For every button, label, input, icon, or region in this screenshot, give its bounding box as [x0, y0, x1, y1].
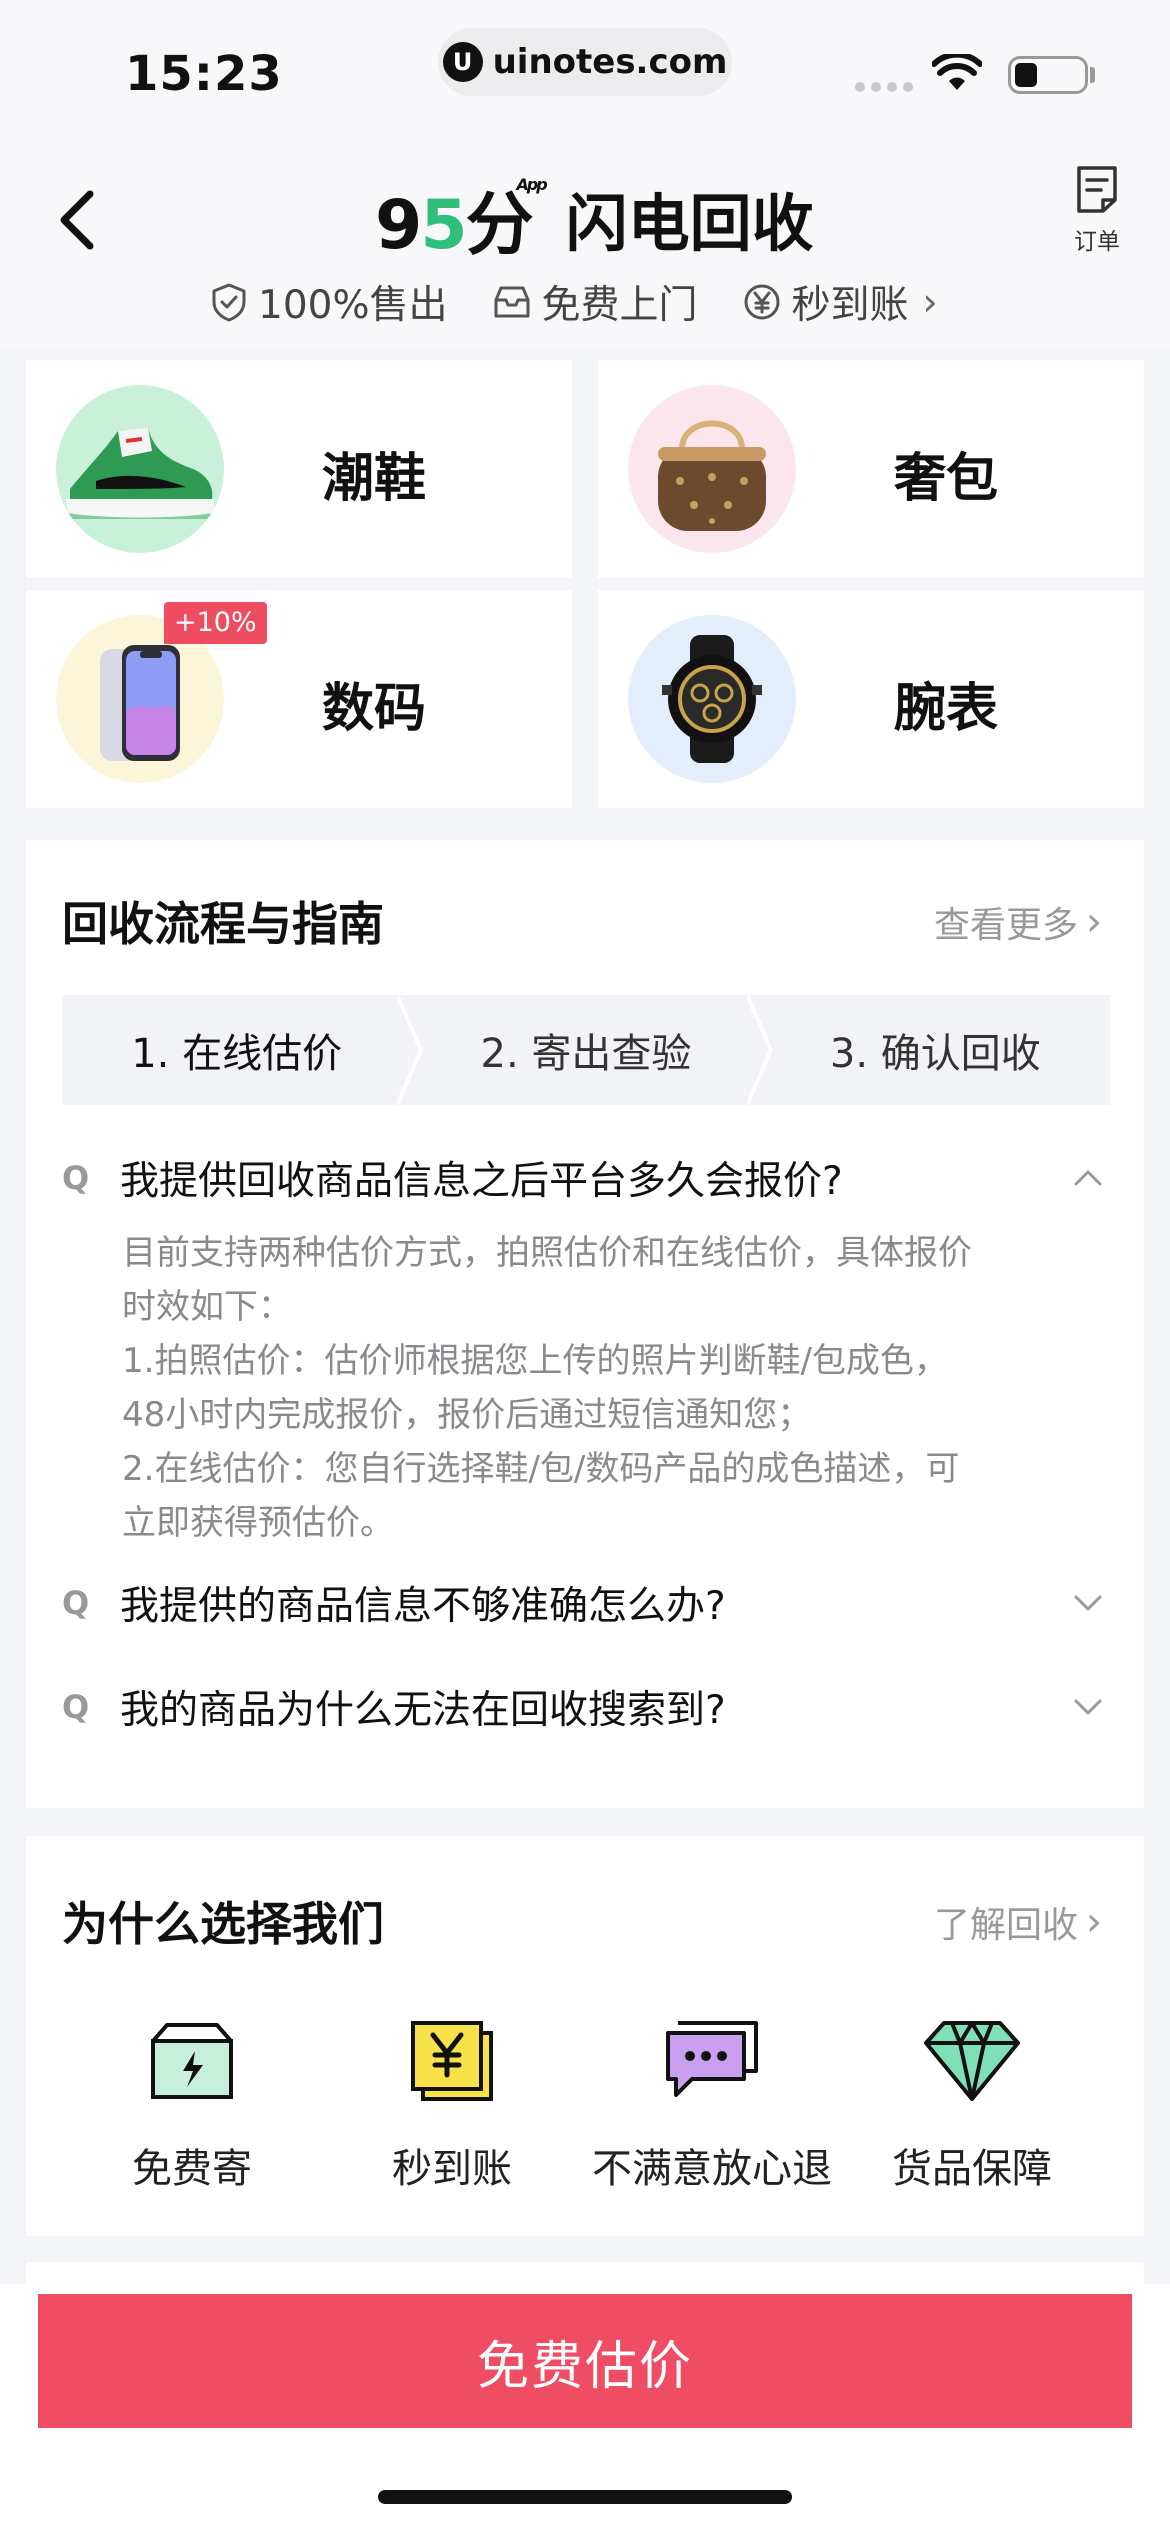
step-label: 1. 在线估价	[131, 1031, 343, 1077]
section-title: 回收流程与指南	[62, 897, 384, 951]
site-logo-icon: U	[442, 42, 483, 82]
category-sneakers[interactable]: 潮鞋	[26, 360, 572, 578]
brand-logo-fen: 分	[465, 185, 534, 265]
faq-q-mark: Q	[62, 1688, 90, 1726]
sneaker-icon	[56, 385, 224, 553]
brand: 95分 App 闪电回收	[375, 168, 814, 268]
chevron-down-icon	[1066, 1594, 1110, 1612]
category-digital[interactable]: +10% 数码	[26, 590, 572, 808]
chevron-right-icon: ›	[922, 280, 938, 324]
feature-label: 秒到账	[791, 283, 909, 328]
faq-item-inaccurate-info[interactable]: Q 我提供的商品信息不够准确怎么办?	[62, 1568, 1110, 1638]
why-label: 免费寄	[132, 2146, 252, 2192]
bottom-bar: 免费估价	[0, 2284, 1170, 2532]
view-more-link[interactable]: 查看更多 ›	[934, 896, 1102, 948]
view-more-label: 查看更多	[933, 905, 1078, 946]
chat-icon	[582, 2006, 842, 2116]
brand-logo-five: 5	[420, 185, 467, 265]
bonus-badge: +10%	[164, 602, 267, 644]
why-label: 不满意放心退	[592, 2146, 832, 2192]
faq-item-quote-time[interactable]: Q 我提供回收商品信息之后平台多久会报价?	[62, 1143, 1110, 1213]
faq-answer-line: 目前支持两种估价方式，拍照估价和在线估价，具体报价	[122, 1233, 972, 1273]
category-label: 潮鞋	[322, 449, 427, 509]
handbag-icon	[628, 385, 796, 553]
faq-answer: 目前支持两种估价方式，拍照估价和在线估价，具体报价 时效如下： 1.拍照估价：估…	[122, 1226, 1062, 1550]
battery-nub	[1090, 67, 1095, 83]
feature-strip[interactable]: 100%售出 免费上门 秒到账 ›	[210, 274, 938, 330]
why-item-guarantee: 货品保障	[842, 2006, 1102, 2194]
inbox-icon	[494, 286, 529, 318]
yen-circle-icon	[744, 284, 780, 320]
faq-q-mark: Q	[62, 1584, 90, 1622]
shield-check-icon	[212, 283, 246, 322]
why-label: 秒到账	[392, 2146, 512, 2192]
feature-sold: 100%售出	[210, 274, 448, 330]
feature-instant-pay: 秒到账	[742, 274, 909, 330]
feature-label: 100%售出	[258, 283, 448, 328]
step-separator	[397, 995, 424, 1105]
url-text: uinotes.com	[492, 42, 728, 82]
category-label: 奢包	[894, 449, 999, 509]
why-item-free-shipping: 免费寄	[62, 2006, 322, 2194]
step-online-quote[interactable]: 1. 在线估价	[62, 995, 424, 1105]
feature-pickup: 免费上门	[492, 274, 698, 330]
yen-icon	[322, 2006, 582, 2116]
category-bags[interactable]: 奢包	[598, 360, 1144, 578]
learn-recycle-label: 了解回收	[933, 1905, 1078, 1946]
faq-question: 我提供回收商品信息之后平台多久会报价?	[120, 1159, 843, 1204]
free-quote-button[interactable]: 免费估价	[38, 2294, 1132, 2428]
learn-recycle-link[interactable]: 了解回收 ›	[934, 1896, 1102, 1948]
step-ship-inspect[interactable]: 2. 寄出查验	[411, 995, 773, 1105]
header: 95分 App 闪电回收 订单 100%售出 免费上门 秒到账 ›	[0, 130, 1170, 350]
step-separator	[746, 995, 773, 1105]
brand-logo-nine: 9	[375, 185, 422, 265]
category-label: 腕表	[894, 679, 999, 739]
why-item-easy-return: 不满意放心退	[582, 2006, 842, 2194]
home-indicator	[378, 2490, 792, 2504]
chevron-down-icon	[1066, 1698, 1110, 1716]
cellular-signal-icon	[855, 82, 913, 92]
status-time: 15:23	[125, 46, 283, 102]
recycle-guide-card: 回收流程与指南 查看更多 › 1. 在线估价 2. 寄出查验 3. 确认回收 Q…	[26, 840, 1144, 1808]
page-title: 闪电回收	[565, 187, 814, 260]
faq-item-not-searchable[interactable]: Q 我的商品为什么无法在回收搜索到?	[62, 1672, 1110, 1742]
faq-answer-line: 48小时内完成报价，报价后通过短信通知您；	[122, 1395, 812, 1435]
orders-button[interactable]: 订单	[1062, 164, 1132, 256]
faq-answer-line: 时效如下：	[122, 1287, 292, 1327]
step-label: 3. 确认回收	[829, 1031, 1041, 1077]
faq-answer-line: 1.拍照估价：估价师根据您上传的照片判断鞋/包成色，	[122, 1341, 948, 1381]
section-title: 为什么选择我们	[62, 1897, 384, 1951]
faq-q-mark: Q	[62, 1159, 90, 1197]
document-icon	[1077, 166, 1117, 213]
category-label: 数码	[322, 679, 427, 739]
why-item-instant-pay: 秒到账	[322, 2006, 582, 2194]
faq-answer-line: 2.在线估价：您自行选择鞋/包/数码产品的成色描述，可	[122, 1449, 960, 1489]
orders-label: 订单	[1074, 229, 1120, 255]
back-chevron-icon[interactable]	[48, 180, 108, 260]
brand-logo: 95分 App	[375, 169, 548, 268]
chevron-right-icon: ›	[1086, 899, 1102, 945]
why-label: 货品保障	[892, 2146, 1052, 2192]
faq-question: 我提供的商品信息不够准确怎么办?	[120, 1584, 726, 1629]
battery-icon	[1008, 56, 1088, 94]
chevron-up-icon	[1066, 1169, 1110, 1187]
diamond-icon	[842, 2006, 1102, 2116]
watch-icon	[628, 615, 796, 783]
faq-answer-line: 立即获得预估价。	[122, 1503, 394, 1543]
faq-question: 我的商品为什么无法在回收搜索到?	[120, 1688, 726, 1733]
status-bar: 15:23 U uinotes.com	[0, 0, 1170, 130]
step-label: 2. 寄出查验	[480, 1031, 692, 1077]
process-steps: 1. 在线估价 2. 寄出查验 3. 确认回收	[62, 995, 1110, 1105]
step-confirm[interactable]: 3. 确认回收	[761, 995, 1110, 1105]
why-choose-us-card: 为什么选择我们 了解回收 › 免费寄 秒到账 不满意放心退 货品保障	[26, 1836, 1144, 2236]
box-icon	[62, 2006, 322, 2116]
brand-app-tag: App	[516, 174, 547, 194]
category-watches[interactable]: 腕表	[598, 590, 1144, 808]
chevron-right-icon: ›	[1086, 1899, 1102, 1945]
feature-label: 免费上门	[541, 283, 698, 328]
wifi-icon	[932, 54, 982, 90]
url-pill[interactable]: U uinotes.com	[438, 28, 732, 96]
